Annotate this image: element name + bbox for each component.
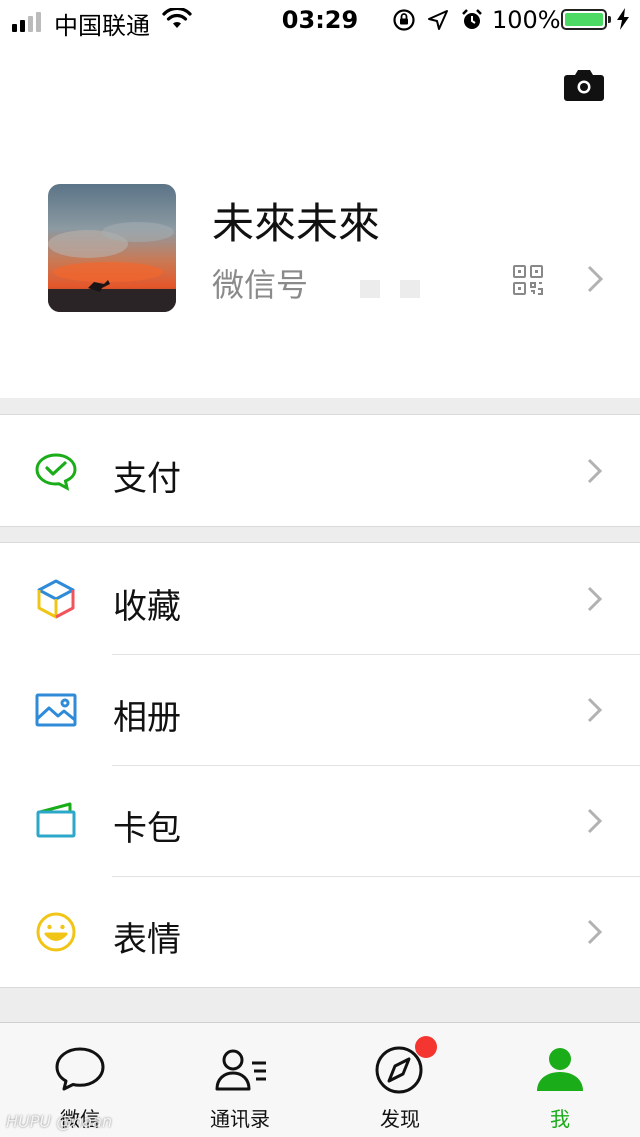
menu-item-label: 卡包	[113, 809, 181, 849]
chevron-right-icon	[586, 264, 604, 298]
status-bar: 中国联通 03:29 100%	[0, 0, 640, 40]
wechat-id-label: 微信号	[212, 266, 309, 304]
charging-bolt-icon	[616, 8, 630, 36]
camera-icon[interactable]	[563, 68, 605, 106]
chat-bubble-icon	[53, 1045, 107, 1097]
card-wallet-icon	[34, 799, 78, 843]
menu-item-stickers[interactable]: 表情	[0, 876, 640, 987]
tab-label: 通讯录	[210, 1107, 270, 1131]
tab-discover[interactable]: 发现	[320, 1023, 480, 1137]
wechat-pay-icon	[34, 449, 78, 493]
tab-label: 我	[550, 1107, 570, 1131]
redacted-id-block	[360, 280, 380, 298]
avatar[interactable]	[48, 184, 176, 312]
tab-contacts[interactable]: 通讯录	[160, 1023, 320, 1137]
menu-item-label: 相册	[113, 698, 181, 738]
person-icon	[533, 1045, 587, 1097]
cube-icon	[34, 577, 78, 621]
menu-item-favorites[interactable]: 收藏	[0, 543, 640, 654]
menu-group-pay: 支付	[0, 414, 640, 527]
watermark: HUPU @haan	[6, 1112, 113, 1131]
chevron-right-icon	[586, 457, 604, 489]
image-icon	[34, 688, 78, 732]
menu-item-pay[interactable]: 支付	[0, 415, 640, 526]
location-arrow-icon	[426, 8, 450, 38]
orientation-lock-icon	[392, 8, 416, 38]
menu-item-album[interactable]: 相册	[0, 654, 640, 765]
battery-percent: 100%	[492, 6, 561, 34]
battery-icon	[561, 9, 611, 30]
notification-badge	[415, 1036, 437, 1058]
menu-item-label: 表情	[113, 920, 181, 960]
chevron-right-icon	[586, 585, 604, 617]
profile-nickname: 未來未來	[212, 199, 381, 248]
tab-label: 发现	[380, 1107, 420, 1131]
alarm-icon	[460, 8, 484, 38]
redacted-id-block	[400, 280, 420, 298]
contacts-icon	[213, 1045, 269, 1097]
smile-icon	[34, 910, 78, 954]
profile-header[interactable]: 未來未來 微信号	[0, 40, 640, 398]
menu-item-label: 支付	[113, 459, 181, 499]
menu-group-main: 收藏 相册 卡包 表情	[0, 542, 640, 988]
tab-me[interactable]: 我	[480, 1023, 640, 1137]
chevron-right-icon	[586, 696, 604, 728]
qr-code-icon[interactable]	[512, 264, 544, 300]
chevron-right-icon	[586, 918, 604, 950]
menu-item-label: 收藏	[113, 587, 181, 627]
menu-item-cards[interactable]: 卡包	[0, 765, 640, 876]
chevron-right-icon	[586, 807, 604, 839]
